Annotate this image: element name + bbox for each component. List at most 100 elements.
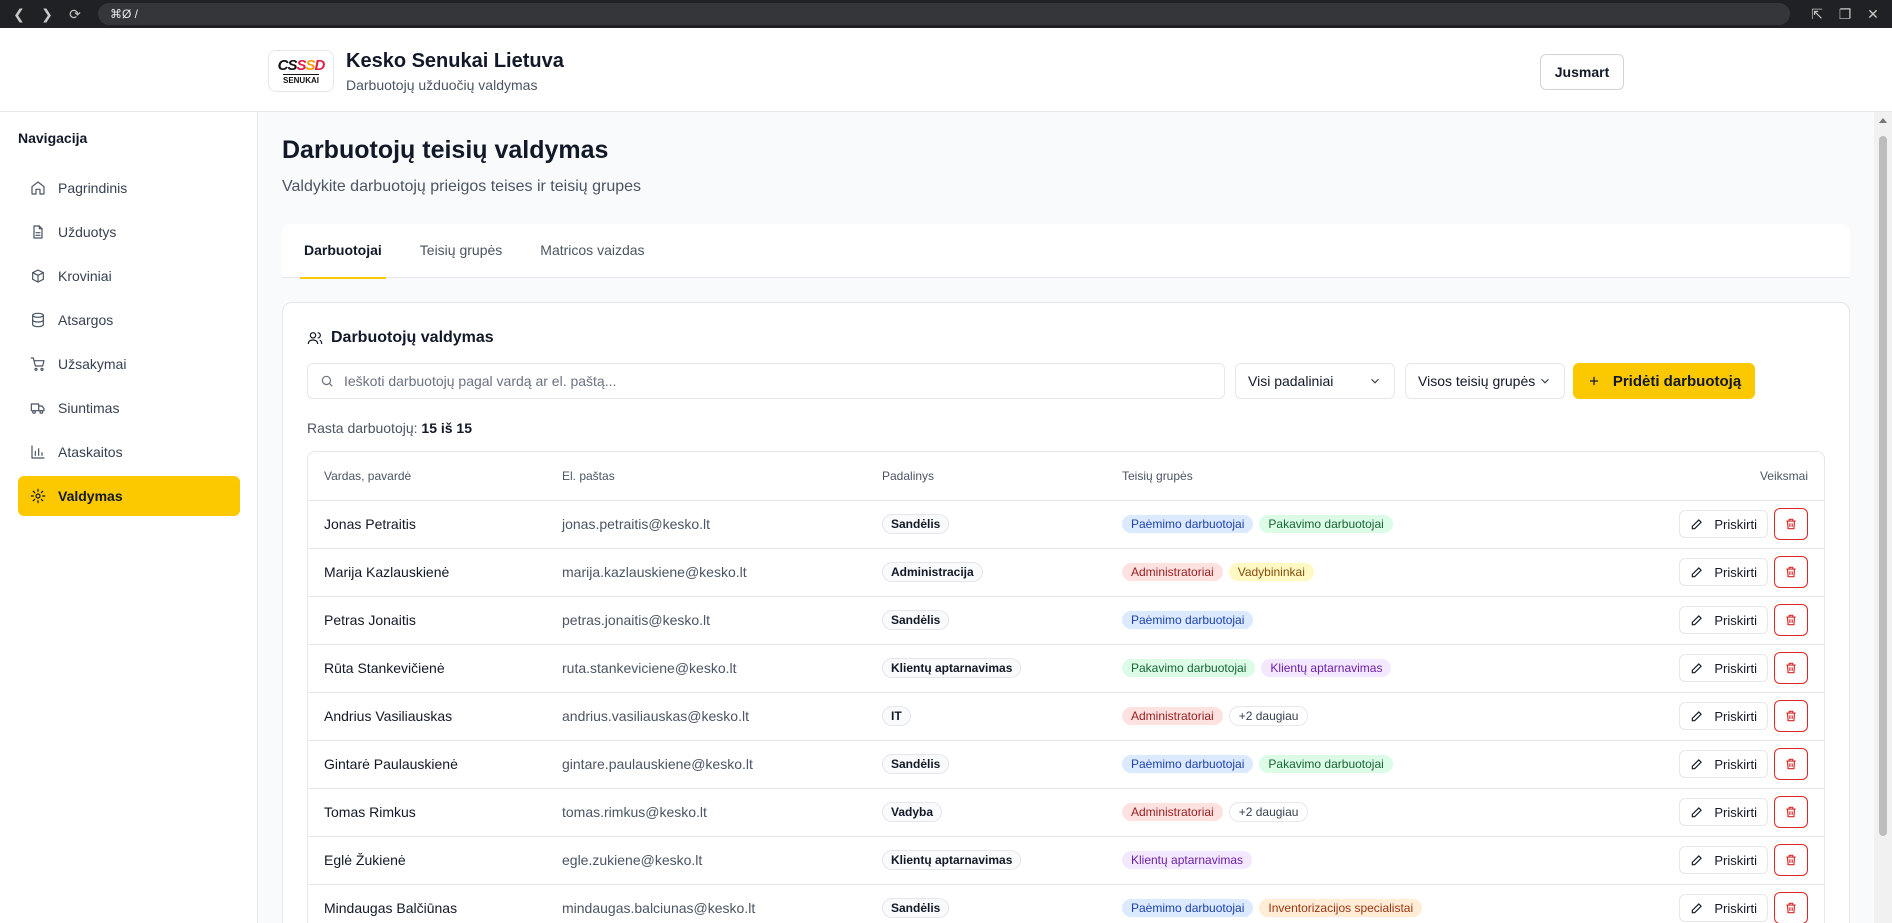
delete-button[interactable]: [1774, 748, 1808, 780]
assign-button[interactable]: Priskirti: [1679, 894, 1768, 922]
assign-button[interactable]: Priskirti: [1679, 702, 1768, 730]
groups-cell: Pakavimo darbuotojai Klientų aptarnavimas: [1106, 644, 1624, 693]
tab-teisiu-grupes[interactable]: Teisių grupės: [420, 224, 503, 278]
trash-icon: [1786, 566, 1796, 578]
group-badge: +2 daugiau: [1228, 802, 1309, 822]
edit-icon: [1692, 615, 1703, 626]
result-count: Rasta darbuotojų: 15 iš 15: [307, 420, 473, 436]
actions-cell: Priskirti: [1624, 644, 1824, 693]
department-cell: Klientų aptarnavimas: [866, 836, 1106, 885]
scrollbar-thumb[interactable]: [1879, 136, 1887, 836]
department-filter[interactable]: Visi padaliniai: [1235, 363, 1395, 399]
forward-icon[interactable]: ❯: [38, 5, 56, 23]
department-cell: Klientų aptarnavimas: [866, 644, 1106, 693]
employee-name: Gintarė Paulauskienė: [308, 740, 546, 789]
tab-matricos-vaizdas[interactable]: Matricos vaizdas: [540, 224, 644, 278]
col-name[interactable]: Vardas, pavardė: [308, 452, 546, 501]
delete-button[interactable]: [1774, 604, 1808, 636]
assign-button[interactable]: Priskirti: [1679, 654, 1768, 682]
tab-darbuotojai[interactable]: Darbuotojai: [300, 224, 386, 279]
sidebar-item-label: Ataskaitos: [58, 444, 123, 460]
sidebar-item-kroviniai[interactable]: Kroviniai: [18, 256, 240, 296]
assign-button[interactable]: Priskirti: [1679, 846, 1768, 874]
department-cell: Sandėlis: [866, 596, 1106, 645]
close-icon[interactable]: ✕: [1864, 5, 1882, 23]
sidebar-item-uzsakymai[interactable]: Užsakymai: [18, 344, 240, 384]
actions-cell: Priskirti: [1624, 836, 1824, 885]
window-icon[interactable]: ❐: [1836, 5, 1854, 23]
sidebar-item-siuntimas[interactable]: Siuntimas: [18, 388, 240, 428]
employee-name: Jonas Petraitis: [308, 500, 546, 549]
sidebar-item-ataskaitos[interactable]: Ataskaitos: [18, 432, 240, 472]
actions-cell: Priskirti: [1624, 884, 1824, 923]
delete-button[interactable]: [1774, 556, 1808, 588]
sidebar-item-pagrindinis[interactable]: Pagrindinis: [18, 168, 240, 208]
table-row: Petras Jonaitis petras.jonaitis@kesko.lt S…: [308, 596, 1824, 645]
assign-button[interactable]: Priskirti: [1679, 558, 1768, 586]
user-button[interactable]: Jusmart: [1540, 54, 1624, 90]
groups-cell: Paėmimo darbuotojai Inventorizacijos spec…: [1106, 884, 1624, 923]
trash-icon: [1786, 902, 1796, 914]
col-groups[interactable]: Teisių grupės: [1106, 452, 1624, 501]
delete-button[interactable]: [1774, 652, 1808, 684]
delete-button[interactable]: [1774, 892, 1808, 923]
actions-cell: Priskirti: [1624, 692, 1824, 741]
sidebar-item-atsargos[interactable]: Atsargos: [18, 300, 240, 340]
search-input[interactable]: [344, 373, 1204, 389]
employees-panel: Darbuotojų valdymas Visi padaliniai Viso…: [282, 302, 1850, 923]
users-icon: [307, 332, 323, 345]
assign-button[interactable]: Priskirti: [1679, 750, 1768, 778]
department-badge: Sandėlis: [882, 514, 950, 534]
employee-email: jonas.petraitis@kesko.lt: [546, 500, 866, 549]
assign-button[interactable]: Priskirti: [1679, 510, 1768, 538]
reload-icon[interactable]: ⟳: [66, 5, 84, 23]
plus-icon: [1589, 376, 1598, 386]
sidebar-item-valdymas[interactable]: Valdymas: [18, 476, 240, 516]
department-cell: Sandėlis: [866, 500, 1106, 549]
add-employee-button[interactable]: Pridėti darbuotoją: [1573, 363, 1755, 399]
employee-name: Rūta Stankevičienė: [308, 644, 546, 693]
department-badge: IT: [882, 706, 911, 726]
assign-button[interactable]: Priskirti: [1679, 606, 1768, 634]
groups-cell: Administratoriai +2 daugiau: [1106, 788, 1624, 837]
group-badge: Administratoriai: [1122, 803, 1223, 821]
col-department[interactable]: Padalinys: [866, 452, 1106, 501]
assign-button[interactable]: Priskirti: [1679, 798, 1768, 826]
scroll-up-icon[interactable]: [1879, 118, 1887, 123]
sidebar-item-uzduotys[interactable]: Užduotys: [18, 212, 240, 252]
table-row: Tomas Rimkus tomas.rimkus@kesko.lt Vadyba A…: [308, 788, 1824, 837]
table-row: Gintarė Paulauskienė gintare.paulauskiene…: [308, 740, 1824, 789]
cursor-icon[interactable]: ⇱: [1808, 5, 1826, 23]
table-row: Rūta Stankevičienė ruta.stankeviciene@kes…: [308, 644, 1824, 693]
group-badge: Klientų aptarnavimas: [1122, 851, 1253, 869]
edit-icon: [1692, 759, 1703, 770]
employee-email: petras.jonaitis@kesko.lt: [546, 596, 866, 645]
scrollbar[interactable]: [1874, 112, 1892, 923]
delete-button[interactable]: [1774, 844, 1808, 876]
delete-button[interactable]: [1774, 508, 1808, 540]
group-filter[interactable]: Visos teisių grupės: [1405, 363, 1565, 399]
group-badge: Paėmimo darbuotojai: [1122, 611, 1254, 629]
company-logo: CSSSD SENUKAI: [268, 50, 334, 92]
table-row: Andrius Vasiliauskas andrius.vasiliauskas…: [308, 692, 1824, 741]
gear-icon: [30, 488, 46, 504]
address-bar[interactable]: ⌘Ø /: [98, 3, 1790, 25]
employee-email: gintare.paulauskiene@kesko.lt: [546, 740, 866, 789]
col-email[interactable]: El. paštas: [546, 452, 866, 501]
table-row: Marija Kazlauskienė marija.kazlauskiene@k…: [308, 548, 1824, 597]
group-badge: Klientų aptarnavimas: [1261, 659, 1392, 677]
sidebar: Navigacija Pagrindinis Užduotys Kroviniai A…: [0, 112, 258, 923]
group-badge: Pakavimo darbuotojai: [1259, 755, 1393, 773]
back-icon[interactable]: ❮: [10, 5, 28, 23]
sidebar-item-label: Užsakymai: [58, 356, 127, 372]
group-badge: Paėmimo darbuotojai: [1122, 755, 1254, 773]
employee-name: Marija Kazlauskienė: [308, 548, 546, 597]
delete-button[interactable]: [1774, 796, 1808, 828]
employee-email: egle.zukiene@kesko.lt: [546, 836, 866, 885]
sidebar-item-label: Kroviniai: [58, 268, 112, 284]
groups-cell: Klientų aptarnavimas: [1106, 836, 1624, 885]
department-badge: Sandėlis: [882, 754, 950, 774]
table-row: Jonas Petraitis jonas.petraitis@kesko.lt S…: [308, 500, 1824, 549]
delete-button[interactable]: [1774, 700, 1808, 732]
group-badge: Pakavimo darbuotojai: [1259, 515, 1393, 533]
